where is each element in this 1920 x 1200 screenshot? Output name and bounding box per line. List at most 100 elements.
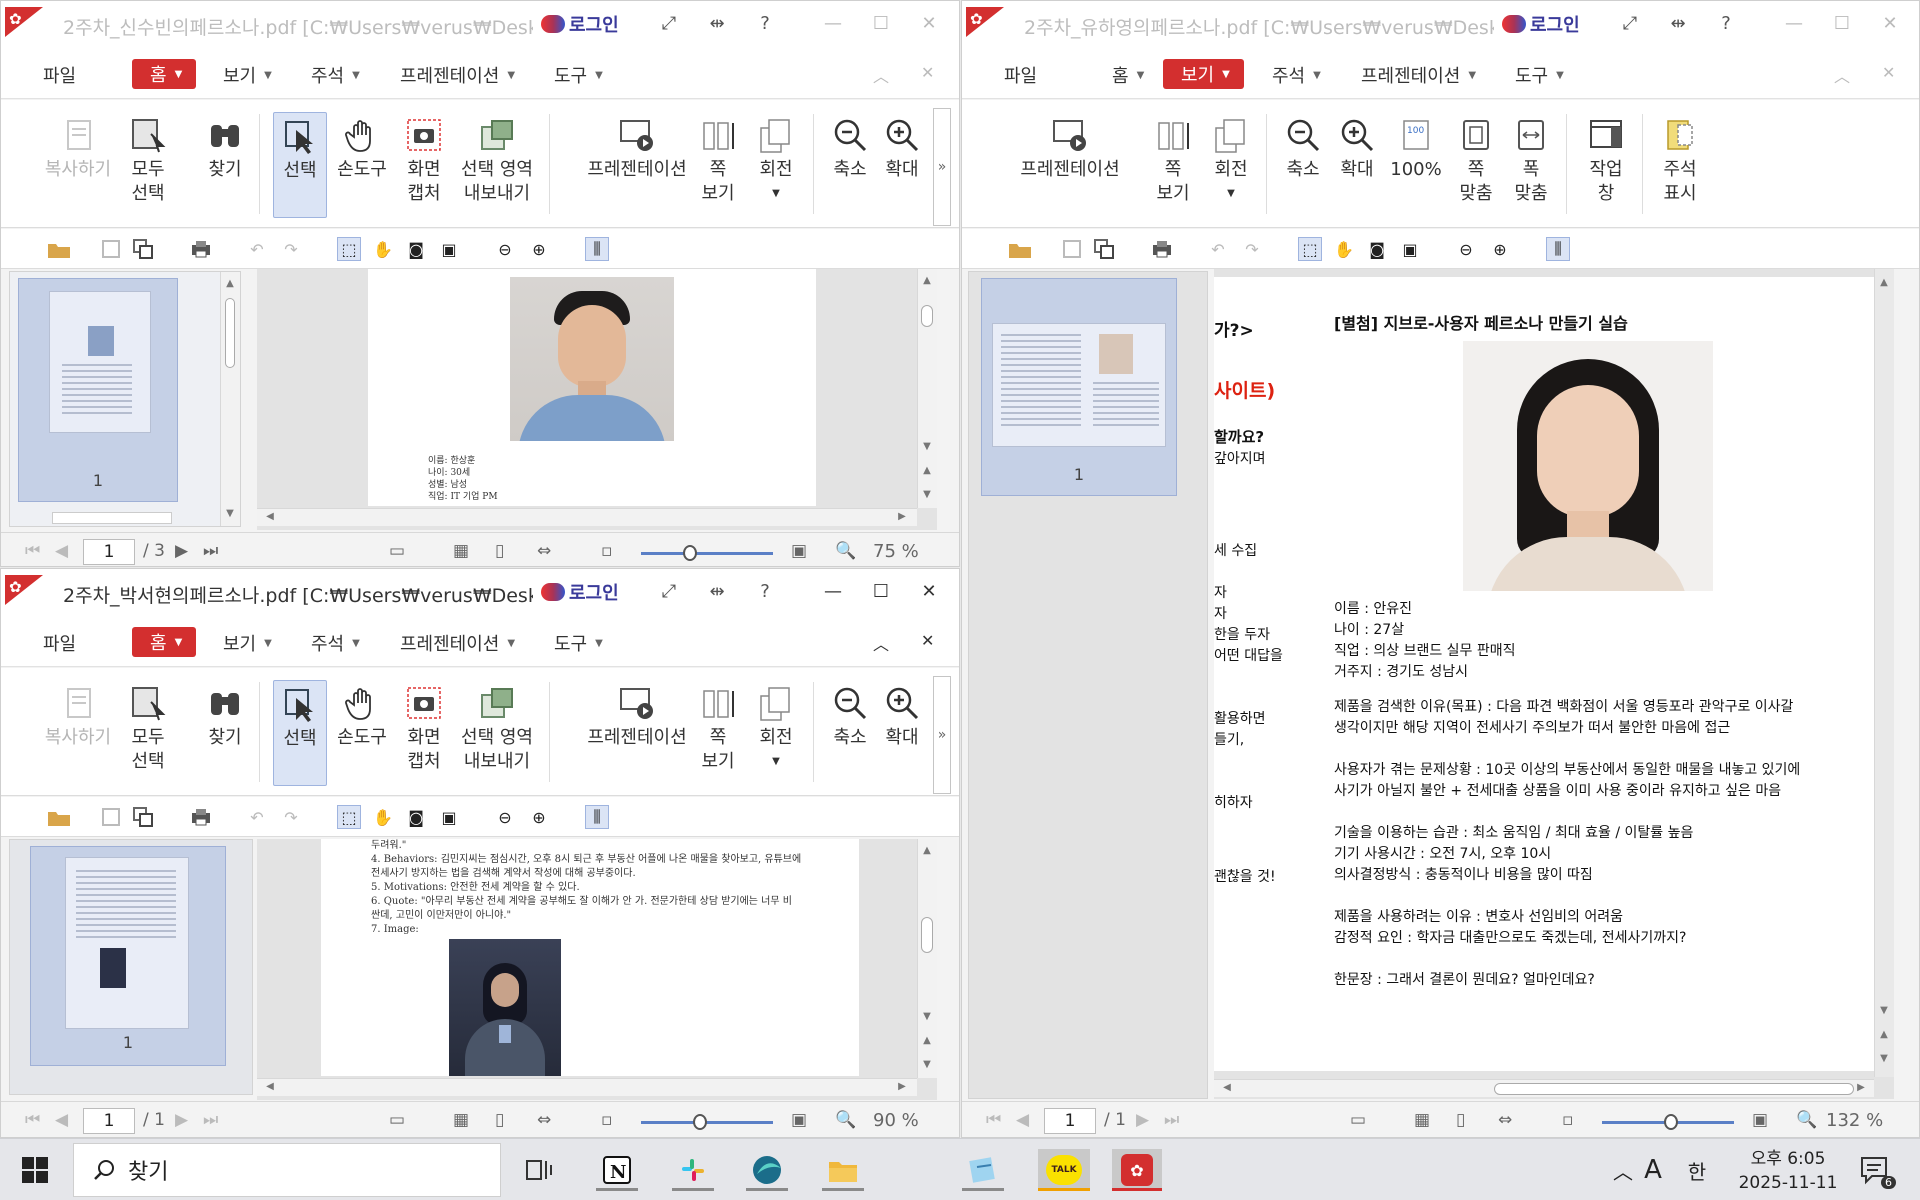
next-page-icon[interactable]: ▶: [175, 541, 188, 561]
close-button[interactable]: ✕: [915, 13, 943, 34]
zoom-out-quick-icon[interactable]: ⊖: [493, 237, 517, 261]
zoom-out-button[interactable]: 축소: [1278, 112, 1328, 218]
zoom-magnifier-icon[interactable]: 🔍: [835, 541, 856, 561]
actual-size-button[interactable]: 100 100%: [1386, 112, 1446, 218]
thumbnail-page-1[interactable]: 1: [18, 278, 178, 502]
page-number-input[interactable]: 1: [1044, 1108, 1096, 1134]
undo-icon[interactable]: ↶: [1206, 237, 1230, 261]
thumbnail-pane[interactable]: 1: [968, 271, 1208, 1099]
find-button[interactable]: 찾기: [201, 112, 249, 218]
capture-quick-icon[interactable]: ◙: [404, 237, 428, 261]
document-vscrollbar[interactable]: ▲ ▼ ▲ ▼: [917, 839, 937, 1078]
minimize-button[interactable]: —: [1780, 13, 1808, 34]
save-all-icon[interactable]: [131, 805, 155, 829]
task-view-icon[interactable]: [518, 1149, 560, 1191]
rotate-button[interactable]: 회전 ▼: [751, 112, 801, 218]
print-icon[interactable]: [1150, 237, 1174, 261]
undo-icon[interactable]: ↶: [245, 237, 269, 261]
redo-icon[interactable]: ↷: [279, 237, 303, 261]
menu-home[interactable]: 홈 ▼: [132, 59, 197, 89]
maximize-button[interactable]: ☐: [867, 581, 895, 602]
zoom-in-status-icon[interactable]: ▣: [791, 541, 807, 561]
zoom-out-button[interactable]: 축소: [825, 680, 875, 786]
show-annotations-button[interactable]: 주석 표시: [1652, 112, 1708, 218]
fit-width-icon[interactable]: ⇔: [537, 541, 551, 561]
export-selection-button[interactable]: 선택 영역 내보내기: [455, 112, 539, 218]
page-view-button[interactable]: 쪽 보기: [693, 112, 743, 218]
help-icon[interactable]: ?: [751, 581, 779, 602]
help-icon[interactable]: ?: [1712, 13, 1740, 34]
menu-tools[interactable]: 도구 ▼: [554, 630, 603, 656]
prev-page-icon[interactable]: ◀: [55, 541, 68, 561]
presentation-status-icon[interactable]: ▭: [389, 1110, 405, 1130]
export-selection-button[interactable]: 선택 영역 내보내기: [455, 680, 539, 786]
title-bar[interactable]: ✿ 2주차_유하영의페르소나.pdf [C:₩Users₩verus₩Deskt…: [962, 1, 1919, 51]
ribbon-more-button[interactable]: »: [933, 108, 951, 226]
slack-icon[interactable]: [672, 1149, 714, 1191]
minimize-button[interactable]: —: [819, 581, 847, 602]
thumbnail-pane[interactable]: 1: [9, 839, 253, 1095]
last-page-icon[interactable]: ⏭: [203, 541, 218, 561]
thumbnail-pane[interactable]: 1 ▲ ▼: [9, 271, 241, 527]
print-icon[interactable]: [189, 237, 213, 261]
close-button[interactable]: ✕: [915, 581, 943, 602]
capture-quick-icon[interactable]: ◙: [1365, 237, 1389, 261]
notification-icon[interactable]: 6: [1854, 1149, 1896, 1191]
save-icon[interactable]: [99, 237, 123, 261]
zoom-out-quick-icon[interactable]: ⊖: [493, 805, 517, 829]
close-doc-icon[interactable]: ✕: [1882, 63, 1895, 82]
login-button[interactable]: 로그인: [541, 11, 619, 37]
rotate-button[interactable]: 회전 ▼: [1206, 112, 1256, 218]
fit-page-icon[interactable]: ▯: [495, 1110, 504, 1130]
zoom-in-button[interactable]: 확대: [881, 680, 923, 786]
minimize-button[interactable]: —: [819, 13, 847, 34]
find-button[interactable]: 찾기: [201, 680, 249, 786]
select-all-button[interactable]: 모두 선택: [123, 112, 173, 218]
copy-button[interactable]: 복사하기: [43, 680, 113, 786]
clock[interactable]: 오후 6:05 2025-11-11: [1728, 1147, 1848, 1195]
collapse-ribbon-icon[interactable]: ︿: [873, 63, 889, 87]
close-doc-icon[interactable]: ✕: [921, 631, 934, 650]
fullscreen-icon[interactable]: ⤢: [655, 13, 683, 34]
fit-width-icon[interactable]: ⇔: [1498, 1110, 1512, 1130]
zoom-slider-knob[interactable]: [693, 1114, 708, 1130]
select-quick-icon[interactable]: ⬚: [1298, 237, 1322, 261]
save-icon[interactable]: [99, 805, 123, 829]
zoom-out-status-icon[interactable]: ▫: [601, 541, 613, 561]
close-button[interactable]: ✕: [1876, 13, 1904, 34]
zoom-in-button[interactable]: 확대: [881, 112, 923, 218]
fit-width-icon[interactable]: ⇔: [537, 1110, 551, 1130]
open-folder-icon[interactable]: [43, 237, 79, 261]
app-logo-icon[interactable]: ✿: [5, 575, 43, 605]
menu-annotation[interactable]: 주석 ▼: [311, 62, 360, 88]
fit-page-button[interactable]: 쪽 맞춤: [1454, 112, 1498, 218]
maximize-button[interactable]: ☐: [1828, 13, 1856, 34]
zoom-magnifier-icon[interactable]: 🔍: [1796, 1110, 1817, 1130]
presentation-status-icon[interactable]: ▭: [389, 541, 405, 561]
tile-view-icon[interactable]: ⫼: [585, 237, 609, 261]
menu-view[interactable]: 보기 ▼: [1163, 59, 1244, 89]
notion-icon[interactable]: N: [596, 1149, 638, 1191]
hand-tool-button[interactable]: 손도구: [333, 112, 391, 218]
title-bar[interactable]: ✿ 2주차_박서현의페르소나.pdf [C:₩Users₩verus₩Deskt…: [1, 569, 959, 619]
export-quick-icon[interactable]: ▣: [1398, 237, 1422, 261]
prev-page-icon[interactable]: ◀: [55, 1110, 68, 1130]
next-page-icon[interactable]: ▶: [1136, 1110, 1149, 1130]
zoom-in-button[interactable]: 확대: [1332, 112, 1382, 218]
hand-quick-icon[interactable]: ✋: [371, 237, 395, 261]
open-folder-icon[interactable]: [1004, 237, 1040, 261]
ribbon-more-button[interactable]: »: [933, 676, 951, 794]
fit-page-icon[interactable]: ▯: [495, 541, 504, 561]
document-view[interactable]: 두려워." 4. Behaviors: 김민지씨는 점심시간, 오후 8시 퇴근…: [257, 839, 937, 1100]
actual-size-icon[interactable]: ▦: [453, 541, 469, 561]
browser-icon[interactable]: [746, 1149, 788, 1191]
first-page-icon[interactable]: ⏮: [986, 1110, 1001, 1130]
redo-icon[interactable]: ↷: [1240, 237, 1264, 261]
next-page-icon[interactable]: ▶: [175, 1110, 188, 1130]
last-page-icon[interactable]: ⏭: [203, 1110, 218, 1130]
zoom-magnifier-icon[interactable]: 🔍: [835, 1110, 856, 1130]
hand-quick-icon[interactable]: ✋: [1332, 237, 1356, 261]
file-explorer-icon[interactable]: [822, 1149, 864, 1191]
actual-size-icon[interactable]: ▦: [453, 1110, 469, 1130]
split-icon[interactable]: ⇹: [703, 581, 731, 602]
